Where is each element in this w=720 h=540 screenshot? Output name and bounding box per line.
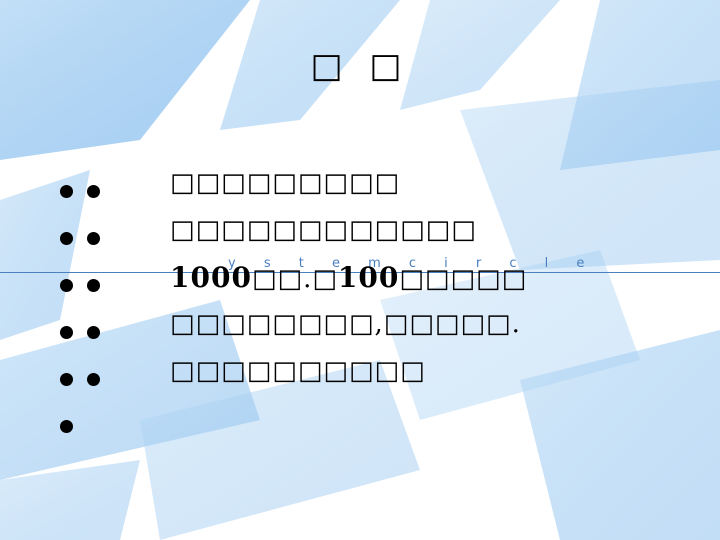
bullet-dot-icon [60,420,73,433]
text-line-3: 1000□□.□100□□□□□ [170,254,527,301]
bullet-dot-icon [60,373,73,386]
text-line-1: □□□□□□□□□ [170,168,401,198]
bullet-row [60,168,114,215]
bullet-dot-icon [87,185,100,198]
text-line-5: □□□□□□□□□□ [170,356,426,386]
bullet-row [60,262,114,309]
text-line-3-mid: □□.□ [251,264,338,294]
text-line-4: □□□□□□□□,□□□□□. [170,309,521,339]
bullet-dot-icon [60,185,73,198]
bullet-dot-icon [87,326,100,339]
text-line-3-tail: □□□□□ [399,264,528,294]
bullet-dot-icon [87,232,100,245]
bullet-column [60,168,114,450]
number-1000: 1000 [170,261,252,294]
bullet-row [60,403,114,450]
body-text: □□□□□□□□□ □□□□□□□□□□□□ 1000□□.□100□□□□□ … [170,160,527,395]
number-100: 100 [337,261,400,294]
bullet-dot-icon [87,279,100,292]
bullet-dot-icon [87,373,100,386]
bullet-row [60,356,114,403]
bullet-dot-icon [60,279,73,292]
bullet-row [60,309,114,356]
bullet-row [60,215,114,262]
text-line-2: □□□□□□□□□□□□ [170,215,477,245]
bullet-dot-icon [60,326,73,339]
bullet-dot-icon [60,232,73,245]
slide-title: □ □ [310,46,410,86]
